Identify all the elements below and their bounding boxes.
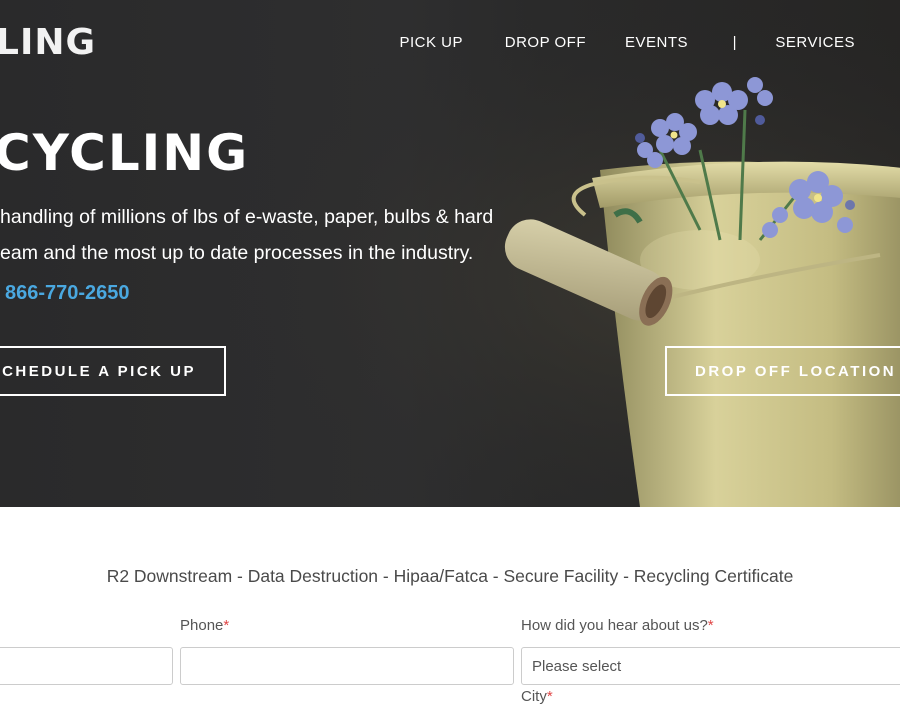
phone-label: Phone* [180,617,229,634]
hear-about-select[interactable]: Please select [521,647,900,685]
hear-about-select-value: Please select [532,657,622,675]
nav-divider: | [732,34,737,51]
required-mark: * [546,688,553,705]
services-tagline: R2 Downstream - Data Destruction - Hipaa… [106,566,794,586]
hero-title: CYCLING [0,124,250,182]
drop-off-location-button[interactable]: DROP OFF LOCATION [665,346,900,396]
hero-section: LING PICK UP DROP OFF EVENTS | SERVICES … [0,0,900,507]
nav-events[interactable]: EVENTS [625,34,688,51]
nav-drop-off[interactable]: DROP OFF [505,34,586,51]
city-label-text: City [521,688,547,705]
city-label: City* [521,688,553,705]
nav-services[interactable]: SERVICES [775,34,855,51]
schedule-pickup-button[interactable]: CHEDULE A PICK UP [0,346,226,396]
phone-link[interactable]: 866-770-2650 [5,282,130,305]
required-mark: * [223,617,230,634]
phone-input[interactable] [180,647,514,685]
required-mark: * [707,617,714,634]
hero-description-line1: handling of millions of lbs of e-waste, … [0,206,494,228]
name-input[interactable] [0,647,173,685]
hear-about-label: How did you hear about us?* [521,617,714,634]
nav-pick-up[interactable]: PICK UP [399,34,463,51]
phone-label-text: Phone [180,617,224,634]
site-logo[interactable]: LING [0,22,96,63]
hero-description-line2: eam and the most up to date processes in… [0,242,474,264]
hear-about-label-text: How did you hear about us? [521,617,708,634]
